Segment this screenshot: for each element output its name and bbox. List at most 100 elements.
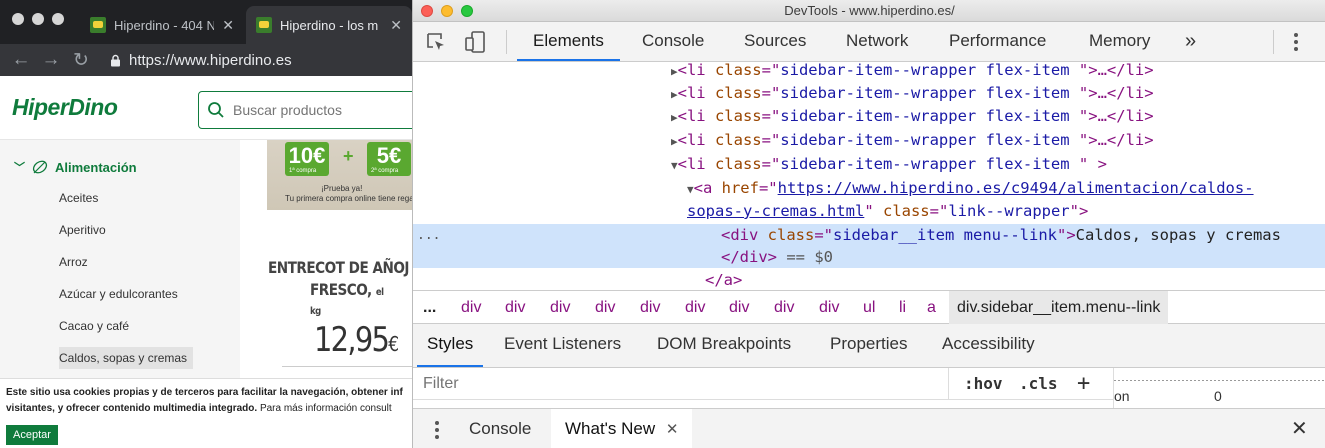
product-name[interactable]: ENTRECOT DE AÑOJ [268,256,412,280]
dom-node-li[interactable]: ▶<li class="sidebar-item--wrapper flex-i… [671,129,1154,152]
breadcrumb-item[interactable]: div [595,291,615,324]
collapse-triangle-icon[interactable]: ▼ [687,183,694,196]
cookie-line2-rest: Para más información consult [257,403,392,414]
promo-plus: + [343,146,354,166]
drawer-menu-icon[interactable] [434,420,440,440]
dom-node-li-expanded[interactable]: ▼<li class="sidebar-item--wrapper flex-i… [671,153,1107,176]
browser-tab-home[interactable]: Hiperdino - los m ✕ [246,6,412,44]
close-tab-icon[interactable]: ✕ [390,17,402,34]
window-zoom-button[interactable] [52,13,64,25]
breadcrumb-item[interactable]: div [461,291,481,324]
tab-elements[interactable]: Elements [517,22,620,61]
sidebar-item-cacao[interactable]: Cacao y café [59,315,129,337]
tab-dom-breakpoints[interactable]: DOM Breakpoints [657,324,791,367]
accept-cookies-button[interactable]: Aceptar [6,425,58,445]
tab-title: Hiperdino - 404 N [114,17,215,33]
device-toolbar-icon[interactable] [463,30,487,54]
href-link[interactable]: https://www.hiperdino.es/c9494/alimentac… [778,179,1254,197]
breadcrumb-item[interactable]: ul [863,291,875,324]
reload-icon[interactable]: ↻ [66,49,96,72]
sidebar-item-azucar[interactable]: Azúcar y edulcorantes [59,283,178,305]
kebab-menu-icon[interactable] [1293,32,1299,52]
window-minimize-button[interactable] [441,5,453,17]
add-rule-button[interactable]: + [1077,372,1090,396]
browser-tab-bar: Hiperdino - 404 N ✕ Hiperdino - los m ✕ [0,0,412,44]
window-zoom-button[interactable] [461,5,473,17]
category-label: Alimentación [55,159,137,175]
breadcrumb-item[interactable]: a [927,291,936,324]
breadcrumb-item[interactable]: div [685,291,705,324]
product-search-box[interactable] [198,91,412,129]
dom-node-li[interactable]: ▶<li class="sidebar-item--wrapper flex-i… [671,105,1154,128]
collapse-triangle-icon[interactable]: ▼ [671,159,678,172]
breadcrumb-item[interactable]: div [640,291,660,324]
breadcrumb-item[interactable]: div [774,291,794,324]
expand-triangle-icon[interactable]: ▶ [671,65,678,78]
box-model-value: 0 [1214,388,1222,404]
drawer-tab-whats-new[interactable]: What's New ✕ [551,409,693,448]
tab-title: Hiperdino - los m [280,17,379,33]
tab-performance[interactable]: Performance [949,22,1046,61]
cookie-line1: Este sitio usa cookies propias y de terc… [6,387,403,398]
window-close-button[interactable] [421,5,433,17]
hiperdino-logo[interactable]: HiperDino [12,94,118,121]
toolbar-divider [506,30,507,54]
browser-tab-404[interactable]: Hiperdino - 404 N ✕ [80,6,244,44]
expand-triangle-icon[interactable]: ▶ [671,135,678,148]
dom-node-a-cont: sopas-y-cremas.html" class="link--wrappe… [687,202,1089,220]
tab-console[interactable]: Console [642,22,704,61]
dom-node-div[interactable]: <div class="sidebar__item menu--link">Ca… [721,224,1281,247]
tab-memory[interactable]: Memory [1089,22,1150,61]
close-drawer-icon[interactable]: ✕ [1291,409,1308,448]
inspect-element-icon[interactable] [425,31,447,53]
breadcrumb-ellipsis[interactable]: ... [423,291,436,324]
hiperdino-favicon-icon [90,17,106,33]
class-toggle-button[interactable]: .cls [1019,372,1058,396]
tab-styles[interactable]: Styles [417,324,484,367]
arrow-left-icon[interactable]: ← [6,49,36,71]
drawer-tab-console[interactable]: Console [461,409,539,448]
breadcrumb-item[interactable]: div [505,291,525,324]
tab-properties[interactable]: Properties [830,324,907,367]
window-minimize-button[interactable] [32,13,44,25]
search-input[interactable] [233,102,383,118]
styles-filter-bar: :hov .cls + [413,368,1113,400]
address-bar[interactable]: https://www.hiperdino.es [110,48,292,72]
promo-banner[interactable]: 10€ 1ª compra + 5€ 2ª compra ¡Prueba ya!… [267,140,412,210]
close-tab-icon[interactable]: ✕ [666,421,679,438]
styles-filter-input[interactable] [423,372,943,396]
category-alimentacion[interactable]: ﹀ Alimentación [14,158,137,176]
divider [282,366,412,367]
chevron-down-icon: ﹀ [14,162,25,174]
selected-dom-row[interactable]: ... <div class="sidebar__item menu--link… [413,224,1325,268]
sidebar-item-aceites[interactable]: Aceites [59,187,98,209]
breadcrumb-current[interactable]: div.sidebar__item.menu--link [949,291,1169,324]
tab-accessibility[interactable]: Accessibility [942,324,1035,367]
sidebar-item-aperitivo[interactable]: Aperitivo [59,219,106,241]
dom-node-a[interactable]: ▼<a href="https://www.hiperdino.es/c9494… [687,177,1254,200]
promo-headline: ¡Prueba ya! [321,184,363,193]
sidebar-item-arroz[interactable]: Arroz [59,251,88,273]
breadcrumb-item[interactable]: div [550,291,570,324]
hiperdino-favicon-icon [256,17,272,33]
more-tabs-icon[interactable]: » [1185,22,1196,61]
tab-network[interactable]: Network [846,22,908,61]
sidebar-item-caldos[interactable]: Caldos, sopas y cremas [59,347,194,369]
devtools-main-tabs: Elements Console Sources Network Perform… [413,22,1325,62]
arrow-right-icon[interactable]: → [36,49,66,71]
dom-node-li[interactable]: ▶<li class="sidebar-item--wrapper flex-i… [671,62,1154,82]
breadcrumb-item[interactable]: div [819,291,839,324]
close-tab-icon[interactable]: ✕ [222,17,234,34]
breadcrumb-item[interactable]: li [899,291,906,324]
dom-node-li[interactable]: ▶<li class="sidebar-item--wrapper flex-i… [671,82,1154,105]
row-ellipsis: ... [417,228,441,243]
breadcrumb-item[interactable]: div [729,291,749,324]
expand-triangle-icon[interactable]: ▶ [671,88,678,101]
expand-triangle-icon[interactable]: ▶ [671,111,678,124]
href-link-cont[interactable]: sopas-y-cremas.html [687,202,864,220]
window-close-button[interactable] [12,13,24,25]
product-name-line2: FRESCO, el kg [310,280,397,318]
tab-event-listeners[interactable]: Event Listeners [504,324,621,367]
tab-sources[interactable]: Sources [744,22,806,61]
hover-state-button[interactable]: :hov [964,372,1003,396]
